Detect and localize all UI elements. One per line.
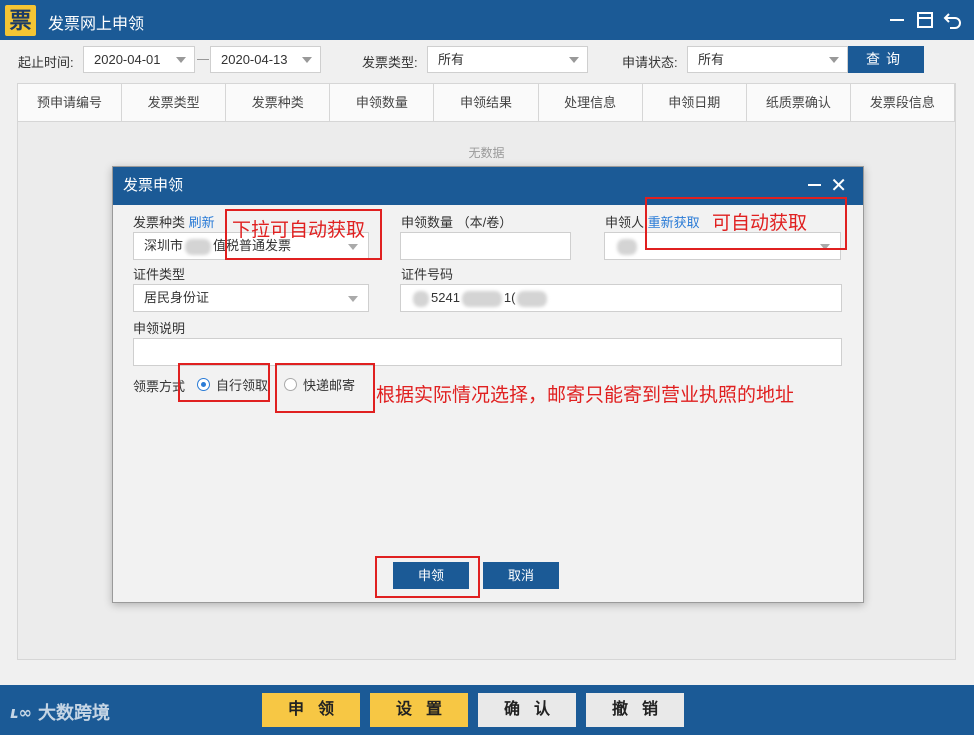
- redacted-text: [517, 290, 548, 307]
- chevron-down-icon: [302, 57, 312, 63]
- column-header[interactable]: 申领日期: [643, 84, 747, 121]
- chevron-down-icon: [348, 296, 358, 302]
- id-number-tail: 1(: [503, 290, 516, 305]
- quantity-label: 申领数量 （本/卷）: [401, 215, 513, 230]
- apply-button[interactable]: 申领: [262, 693, 360, 727]
- invoice-kind-field-label: 发票种类 刷新: [133, 212, 215, 231]
- footer-bar: ʟ∞ 大数跨境 申领 设置 确认 撤销: [0, 685, 974, 735]
- column-header[interactable]: 发票段信息: [851, 84, 955, 121]
- confirm-button[interactable]: 确认: [478, 693, 576, 727]
- quantity-input[interactable]: [400, 232, 571, 260]
- chevron-down-icon: [569, 57, 579, 63]
- id-type-label: 证件类型: [133, 267, 186, 282]
- back-icon[interactable]: [942, 9, 964, 31]
- revoke-button[interactable]: 撤销: [586, 693, 684, 727]
- annotation-box-submit: [375, 556, 480, 598]
- date-range-separator: [197, 59, 209, 60]
- close-icon[interactable]: ✕: [830, 176, 847, 196]
- note-input[interactable]: [133, 338, 842, 366]
- applicant-label: 申领人: [605, 215, 645, 230]
- column-header[interactable]: 发票种类: [226, 84, 331, 121]
- invoice-kind-value-prefix: 深圳市: [144, 238, 184, 253]
- date-range-label: 起止时间:: [18, 55, 74, 70]
- status-label: 申请状态:: [622, 55, 678, 70]
- minimize-icon[interactable]: [886, 9, 908, 31]
- annotation-applicant-auto: 可自动获取: [712, 213, 808, 234]
- column-header[interactable]: 发票类型: [122, 84, 227, 121]
- annotation-box-express: [275, 363, 375, 413]
- minimize-icon[interactable]: [808, 184, 821, 186]
- dialog-title: 发票申领: [123, 177, 184, 194]
- id-number-input[interactable]: 5241 1(: [400, 284, 842, 312]
- annotation-dropdown-auto: 下拉可自动获取: [232, 220, 366, 241]
- note-label: 申领说明: [133, 321, 186, 336]
- id-type-select[interactable]: 居民身份证: [133, 284, 369, 312]
- watermark: ʟ∞ 大数跨境: [10, 699, 110, 725]
- id-type-value: 居民身份证: [144, 290, 210, 305]
- column-header[interactable]: 预申请编号: [18, 84, 123, 121]
- invoice-type-label: 发票类型:: [362, 55, 418, 70]
- status-value: 所有: [698, 52, 725, 67]
- annotation-box-self-pickup: [178, 363, 270, 402]
- chevron-down-icon: [176, 57, 186, 63]
- cancel-button[interactable]: 取消: [483, 562, 559, 589]
- column-header[interactable]: 申领数量: [330, 84, 435, 121]
- app-logo: 票: [5, 5, 36, 36]
- date-end-value: 2020-04-13: [221, 52, 288, 67]
- redacted-text: [617, 238, 637, 255]
- filter-bar: 起止时间: 2020-04-01 2020-04-13 发票类型: 所有 申请状…: [0, 40, 974, 80]
- chevron-down-icon: [829, 57, 839, 63]
- watermark-text: 大数跨境: [37, 703, 110, 723]
- settings-button[interactable]: 设置: [370, 693, 468, 727]
- date-start-value: 2020-04-01: [94, 52, 161, 67]
- restore-icon[interactable]: [914, 9, 936, 31]
- invoice-kind-label: 发票种类: [133, 215, 186, 230]
- column-header[interactable]: 处理信息: [539, 84, 643, 121]
- watermark-logo-icon: ʟ∞: [10, 702, 32, 722]
- title-bar: 票 发票网上申领: [0, 0, 974, 40]
- annotation-delivery-note: 根据实际情况选择，邮寄只能寄到营业执照的地址: [376, 385, 795, 406]
- date-start-picker[interactable]: 2020-04-01: [83, 46, 195, 73]
- table-header: 预申请编号 发票类型 发票种类 申领数量 申领结果 处理信息 申领日期 纸质票确…: [18, 84, 955, 122]
- column-header[interactable]: 纸质票确认: [747, 84, 851, 121]
- empty-table-text: 无数据: [468, 146, 505, 160]
- id-number-label: 证件号码: [401, 267, 454, 282]
- redacted-text: [185, 238, 212, 255]
- date-end-picker[interactable]: 2020-04-13: [210, 46, 321, 73]
- id-number-partial: 5241: [431, 290, 460, 305]
- column-header[interactable]: 申领结果: [434, 84, 539, 121]
- refresh-link[interactable]: 刷新: [189, 215, 215, 230]
- app-title: 发票网上申领: [48, 16, 145, 33]
- invoice-type-value: 所有: [438, 52, 465, 67]
- query-button[interactable]: 查询: [848, 46, 924, 73]
- status-select[interactable]: 所有: [687, 46, 848, 73]
- redacted-text: [461, 290, 502, 307]
- invoice-type-select[interactable]: 所有: [427, 46, 588, 73]
- redacted-text: [413, 290, 429, 307]
